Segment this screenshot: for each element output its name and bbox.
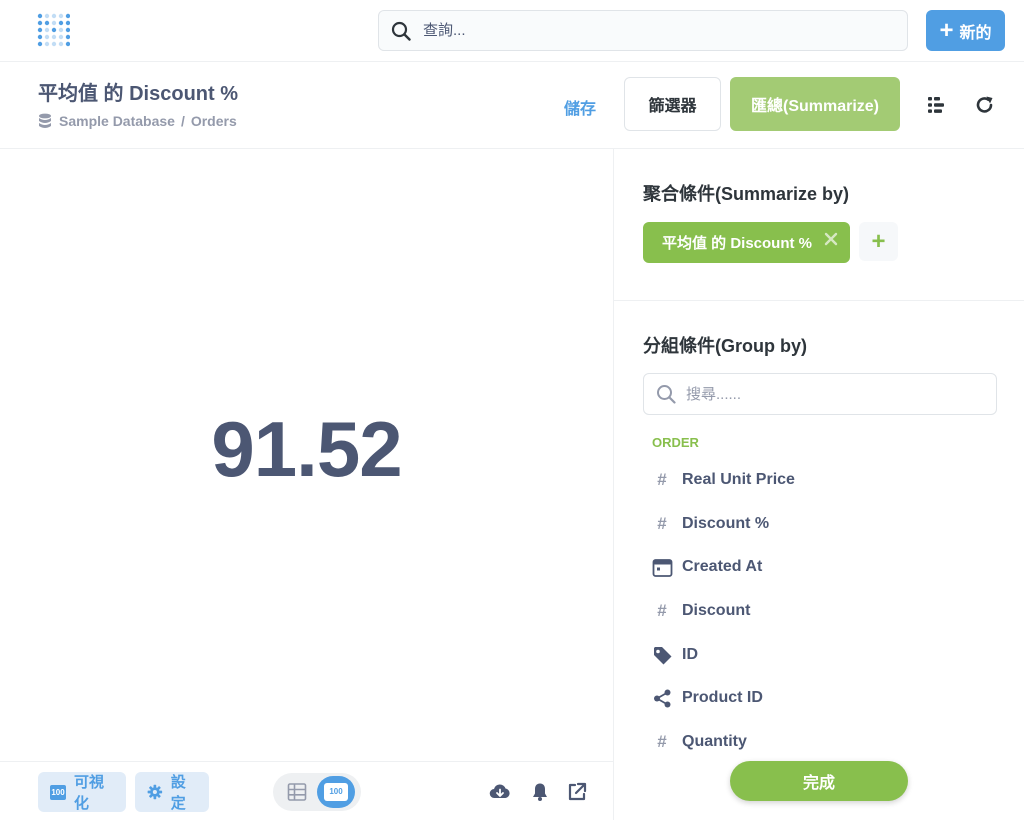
global-search[interactable] bbox=[378, 10, 908, 51]
group-by-search[interactable] bbox=[643, 373, 997, 415]
done-button[interactable]: 完成 bbox=[730, 761, 908, 801]
share-icon[interactable] bbox=[566, 781, 588, 803]
database-icon bbox=[39, 113, 51, 128]
field-item[interactable]: ID bbox=[651, 638, 991, 672]
calendar-icon bbox=[651, 556, 673, 578]
field-name: Product ID bbox=[682, 689, 763, 706]
summarize-sidebar: 聚合條件(Summarize by) 平均值 的 Discount % + 分組… bbox=[613, 149, 1024, 820]
aggregation-pill[interactable]: 平均值 的 Discount % bbox=[643, 222, 850, 263]
field-item[interactable]: Created At bbox=[651, 550, 991, 584]
search-input[interactable] bbox=[423, 22, 883, 39]
close-icon[interactable] bbox=[824, 232, 838, 246]
summarize-button[interactable]: 匯總(Summarize) bbox=[730, 77, 900, 131]
download-icon[interactable] bbox=[489, 781, 511, 803]
field-name: Real Unit Price bbox=[682, 471, 795, 488]
field-item[interactable]: # Quantity bbox=[651, 725, 991, 759]
number-badge-icon: 100 bbox=[324, 783, 348, 801]
field-name: Discount bbox=[682, 602, 751, 619]
field-item[interactable]: # Discount % bbox=[651, 507, 991, 541]
section-divider bbox=[614, 300, 1024, 301]
field-item[interactable]: # Discount bbox=[651, 594, 991, 628]
field-name: Created At bbox=[682, 558, 763, 575]
search-icon bbox=[391, 21, 411, 41]
breadcrumb-table[interactable]: Orders bbox=[191, 113, 237, 129]
tag-icon bbox=[651, 644, 673, 666]
new-button-label: 新的 bbox=[959, 24, 992, 42]
new-button[interactable]: + 新的 bbox=[926, 10, 1005, 51]
visualize-button[interactable]: 100 可視化 bbox=[38, 772, 126, 812]
notebook-icon[interactable] bbox=[926, 94, 948, 116]
table-section-label: ORDER bbox=[652, 435, 699, 450]
save-button[interactable]: 儲存 bbox=[564, 95, 596, 119]
number-icon: # bbox=[657, 470, 667, 489]
number-icon: # bbox=[657, 601, 667, 620]
number-icon: # bbox=[657, 514, 667, 533]
table-icon[interactable] bbox=[287, 782, 307, 802]
settings-button-label: 設定 bbox=[170, 774, 186, 812]
number-icon: # bbox=[657, 732, 667, 751]
breadcrumb-database[interactable]: Sample Database bbox=[59, 113, 175, 129]
breadcrumb: Sample Database / Orders bbox=[38, 113, 237, 129]
field-name: Quantity bbox=[682, 733, 747, 750]
group-by-title: 分組條件(Group by) bbox=[643, 336, 807, 356]
metabase-logo[interactable] bbox=[36, 12, 70, 50]
scalar-value[interactable]: 91.52 bbox=[0, 149, 613, 761]
field-name: Discount % bbox=[682, 515, 770, 532]
top-navigation: + 新的 bbox=[0, 0, 1024, 62]
view-footer: 100 可視化 設定 100 bbox=[0, 761, 613, 820]
group-by-search-input[interactable] bbox=[686, 385, 986, 403]
bell-icon[interactable] bbox=[529, 781, 551, 803]
question-title: 平均值 的 Discount % bbox=[38, 83, 239, 105]
scalar-view-toggle[interactable]: 100 bbox=[317, 776, 355, 808]
visualization-area: 91.52 bbox=[0, 149, 613, 761]
question-header: 平均值 的 Discount % Sample Database / Order… bbox=[0, 62, 1024, 149]
settings-button[interactable]: 設定 bbox=[135, 772, 209, 812]
plus-icon: + bbox=[939, 16, 954, 44]
plus-icon: + bbox=[871, 227, 886, 255]
refresh-icon[interactable] bbox=[974, 94, 996, 116]
gear-icon bbox=[147, 784, 163, 800]
number-badge-icon: 100 bbox=[50, 784, 66, 800]
connections-icon bbox=[651, 687, 673, 709]
aggregation-label: 平均值 的 Discount % bbox=[662, 235, 813, 252]
summarize-by-title: 聚合條件(Summarize by) bbox=[643, 184, 850, 204]
table-visualization-toggle[interactable]: 100 bbox=[273, 773, 361, 811]
search-icon bbox=[657, 385, 676, 404]
field-item[interactable]: Product ID bbox=[651, 681, 991, 715]
field-item[interactable]: # Real Unit Price bbox=[651, 463, 991, 497]
breadcrumb-separator: / bbox=[180, 113, 185, 129]
visualize-button-label: 可視化 bbox=[74, 774, 105, 812]
field-name: ID bbox=[682, 646, 698, 663]
add-aggregation-button[interactable]: + bbox=[859, 222, 898, 261]
filter-button[interactable]: 篩選器 bbox=[624, 77, 721, 131]
